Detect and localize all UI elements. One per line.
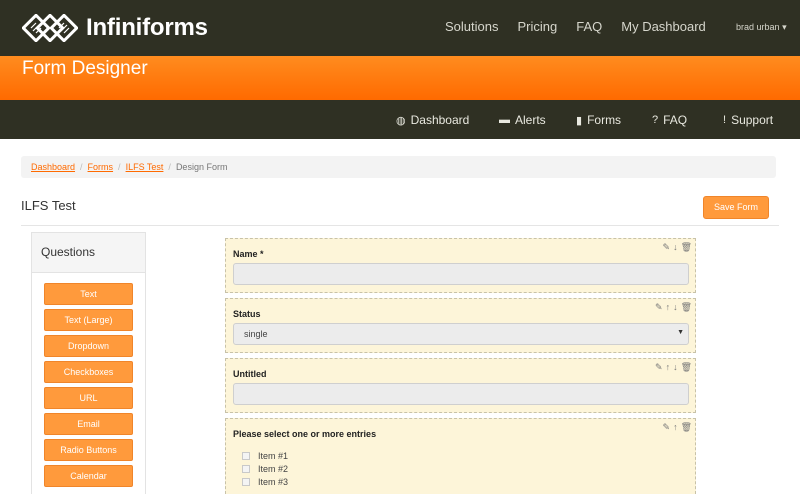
arrow-up-icon[interactable]: ↑ — [666, 302, 671, 313]
subnav-item-support[interactable]: ! Support — [723, 113, 773, 127]
document-icon: ▮ — [576, 114, 583, 127]
nav-link-faq[interactable]: FAQ — [576, 19, 602, 34]
edit-icon[interactable]: ✎ — [663, 422, 671, 433]
edit-icon[interactable]: ✎ — [655, 362, 663, 373]
banner-title: Form Designer — [22, 58, 148, 79]
secondary-navbar: ◍ Dashboard ▬ Alerts ▮ Forms ? FAQ ! Sup… — [0, 100, 800, 139]
checkbox-item-3[interactable]: Item #3 — [242, 477, 288, 487]
checkbox-item-2[interactable]: Item #2 — [242, 464, 288, 474]
globe-icon: ◍ — [396, 114, 406, 127]
checkbox-label: Item #2 — [258, 464, 289, 474]
nav-link-my-dashboard[interactable]: My Dashboard — [621, 19, 706, 34]
arrow-down-icon[interactable]: ↓ — [673, 242, 678, 253]
add-checkboxes-button[interactable]: Checkboxes — [44, 361, 133, 383]
trash-icon[interactable]: 🗑 — [681, 422, 692, 433]
top-navbar: Infiniforms Solutions Pricing FAQ My Das… — [0, 0, 800, 56]
logo-mark-icon — [22, 14, 78, 42]
subnav-label: FAQ — [663, 113, 688, 127]
questions-title: Questions — [32, 233, 145, 273]
arrow-up-icon[interactable]: ↑ — [666, 362, 671, 373]
add-text-large-button[interactable]: Text (Large) — [44, 309, 133, 331]
field-tools: ✎ ↑ 🗑 — [660, 422, 692, 433]
add-text-button[interactable]: Text — [44, 283, 133, 305]
select-value: single — [244, 329, 268, 339]
subnav-item-alerts[interactable]: ▬ Alerts — [499, 113, 546, 127]
breadcrumb-dashboard[interactable]: Dashboard — [31, 162, 75, 172]
caret-down-icon: ▼ — [677, 329, 684, 336]
subnav-label: Forms — [587, 113, 622, 127]
user-menu[interactable]: brad urban ▾ — [736, 22, 787, 33]
checkbox[interactable] — [242, 452, 250, 460]
user-name: brad urban — [736, 22, 780, 32]
arrow-up-icon[interactable]: ↑ — [673, 422, 678, 433]
edit-icon[interactable]: ✎ — [663, 242, 671, 253]
add-calendar-button[interactable]: Calendar — [44, 465, 133, 487]
subnav-label: Alerts — [515, 113, 546, 127]
field-label: Name * — [233, 249, 264, 259]
page-banner: Form Designer — [0, 56, 800, 100]
exclamation-icon: ! — [723, 114, 727, 126]
logo-text: Infiniforms — [86, 14, 208, 41]
checkbox[interactable] — [242, 465, 250, 473]
question-icon: ? — [652, 114, 659, 126]
breadcrumb: Dashboard / Forms / ILFS Test / Design Form — [21, 156, 776, 178]
checkbox[interactable] — [242, 478, 250, 486]
field-tools: ✎ ↑ ↓ 🗑 — [652, 362, 692, 373]
add-email-button[interactable]: Email — [44, 413, 133, 435]
trash-icon[interactable]: 🗑 — [681, 302, 692, 313]
trash-icon[interactable]: 🗑 — [681, 242, 692, 253]
checkbox-label: Item #1 — [258, 451, 289, 461]
logo[interactable]: Infiniforms — [22, 12, 208, 44]
top-links: Solutions Pricing FAQ My Dashboard — [445, 19, 725, 34]
chat-icon: ▬ — [499, 114, 510, 126]
field-tools: ✎ ↓ 🗑 — [660, 242, 692, 253]
arrow-down-icon[interactable]: ↓ — [673, 362, 678, 373]
add-dropdown-button[interactable]: Dropdown — [44, 335, 133, 357]
field-tools: ✎ ↑ ↓ 🗑 — [652, 302, 692, 313]
nav-link-pricing[interactable]: Pricing — [517, 19, 557, 34]
form-field-untitled[interactable]: ✎ ↑ ↓ 🗑 Untitled — [225, 358, 696, 413]
subnav-item-forms[interactable]: ▮ Forms — [576, 113, 621, 127]
breadcrumb-current: Design Form — [175, 162, 228, 172]
subnav-item-faq[interactable]: ? FAQ — [652, 113, 687, 127]
checkbox-item-1[interactable]: Item #1 — [242, 451, 288, 461]
subnav-label: Support — [731, 113, 774, 127]
add-radio-buttons-button[interactable]: Radio Buttons — [44, 439, 133, 461]
page-title: ILFS Test — [21, 198, 76, 213]
status-select[interactable]: single ▼ — [233, 323, 689, 345]
field-label: Please select one or more entries — [233, 429, 377, 439]
breadcrumb-forms[interactable]: Forms — [88, 162, 114, 172]
breadcrumb-ilfs-test[interactable]: ILFS Test — [126, 162, 164, 172]
edit-icon[interactable]: ✎ — [655, 302, 663, 313]
untitled-input[interactable] — [233, 383, 689, 405]
field-label: Untitled — [233, 369, 267, 379]
form-field-status[interactable]: ✎ ↑ ↓ 🗑 Status single ▼ — [225, 298, 696, 353]
add-url-button[interactable]: URL — [44, 387, 133, 409]
trash-icon[interactable]: 🗑 — [681, 362, 692, 373]
arrow-down-icon[interactable]: ↓ — [673, 302, 678, 313]
subnav-item-dashboard[interactable]: ◍ Dashboard — [396, 113, 469, 127]
subnav-label: Dashboard — [410, 113, 470, 127]
questions-panel: Questions Text Text (Large) Dropdown Che… — [31, 232, 146, 494]
name-input[interactable] — [233, 263, 689, 285]
divider — [21, 225, 779, 226]
checkbox-label: Item #3 — [258, 477, 289, 487]
save-form-button[interactable]: Save Form — [703, 196, 769, 219]
form-field-name[interactable]: ✎ ↓ 🗑 Name * — [225, 238, 696, 293]
nav-link-solutions[interactable]: Solutions — [445, 19, 498, 34]
caret-down-icon: ▾ — [782, 22, 787, 32]
form-field-checkboxes[interactable]: ✎ ↑ 🗑 Please select one or more entries … — [225, 418, 696, 494]
field-label: Status — [233, 309, 261, 319]
